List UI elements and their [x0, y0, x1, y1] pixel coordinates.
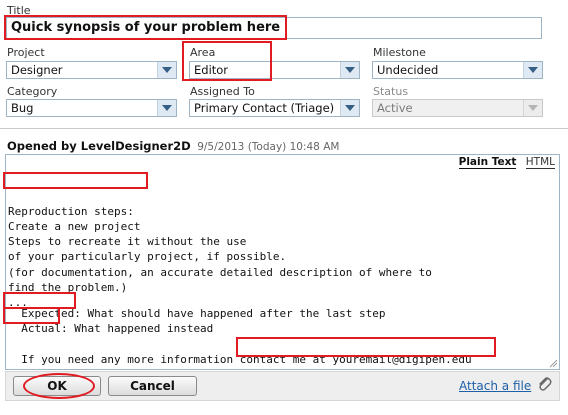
milestone-label: Milestone	[373, 46, 426, 59]
resize-grip-icon[interactable]	[548, 358, 558, 368]
attach-file-link[interactable]: Attach a file	[459, 379, 531, 393]
annotation-actual	[3, 307, 60, 324]
chevron-down-icon	[157, 62, 176, 78]
divider	[0, 128, 568, 129]
opened-date: 9/5/2013 (Today) 10:48 AM	[197, 141, 340, 153]
chevron-down-icon	[523, 100, 542, 116]
assigned-select-value: Primary Contact (Triage)	[194, 101, 335, 115]
chevron-down-icon	[523, 62, 542, 78]
editor-line: of your particularly project, if possibl…	[8, 250, 287, 264]
mode-plain-text[interactable]: Plain Text	[458, 156, 517, 169]
editor-line: Steps to recreate it without the use	[8, 235, 247, 249]
actual-text: What happened instead	[67, 322, 214, 335]
status-select: Active	[372, 99, 543, 117]
status-select-value: Active	[377, 101, 413, 115]
editor-line: Create a new project	[8, 219, 141, 233]
chevron-down-icon	[340, 62, 359, 78]
cancel-button[interactable]: Cancel	[108, 376, 197, 396]
project-select[interactable]: Designer	[6, 61, 177, 79]
annotation-title	[4, 15, 287, 40]
milestone-select[interactable]: Undecided	[372, 61, 543, 79]
opened-by-user: Opened by LevelDesigner2D	[7, 139, 191, 153]
category-label: Category	[7, 85, 58, 98]
project-label: Project	[7, 46, 45, 59]
assigned-select[interactable]: Primary Contact (Triage)	[189, 99, 360, 117]
contact-prefix: If you need any more information	[21, 353, 240, 366]
annotation-ok	[23, 373, 95, 399]
annotation-area	[182, 41, 272, 81]
editor-line: Reproduction steps:	[8, 204, 134, 218]
status-label: Status	[373, 85, 409, 98]
editor-mode-bar: Plain Text HTML	[458, 156, 555, 169]
paperclip-icon[interactable]	[537, 375, 553, 395]
milestone-select-value: Undecided	[377, 63, 439, 77]
opened-by: Opened by LevelDesigner2D 9/5/2013 (Toda…	[7, 139, 339, 153]
editor-line: (for documentation, an accurate detailed…	[8, 265, 432, 279]
assigned-label: Assigned To	[190, 85, 255, 98]
annotation-reproduction	[3, 172, 148, 189]
project-select-value: Designer	[11, 63, 63, 77]
chevron-down-icon	[340, 100, 359, 116]
category-select[interactable]: Bug	[6, 99, 177, 117]
mode-html[interactable]: HTML	[525, 156, 555, 169]
annotation-contact	[236, 337, 496, 357]
category-select-value: Bug	[11, 101, 34, 115]
chevron-down-icon	[157, 100, 176, 116]
